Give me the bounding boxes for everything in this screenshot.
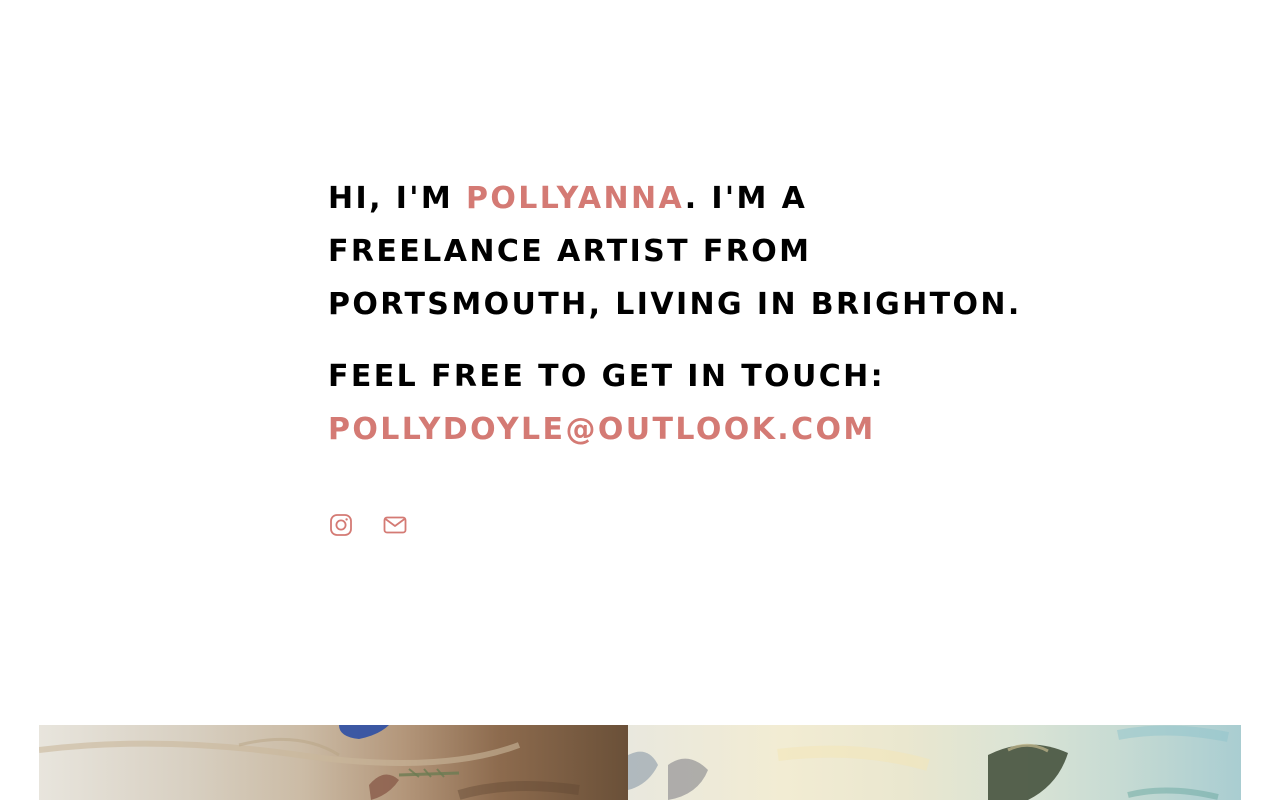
instagram-icon[interactable] (328, 512, 354, 538)
contact-section: FEEL FREE TO GET IN TOUCH: POLLYDOYLE@OU… (328, 350, 885, 456)
artwork-gallery (39, 725, 1241, 800)
artist-name: POLLYANNA (465, 181, 685, 216)
intro-line-1: HI, I'M POLLYANNA. I'M A (328, 172, 1048, 225)
painting-thumbnail[interactable] (39, 725, 628, 800)
contact-prompt: FEEL FREE TO GET IN TOUCH: (328, 359, 886, 394)
social-links (328, 512, 408, 538)
intro-line-1-end: . I'M A (684, 181, 808, 216)
intro-greeting: HI, I'M (328, 181, 466, 216)
email-link[interactable]: POLLYDOYLE@OUTLOOK.COM (328, 412, 876, 447)
intro-line-2: FREELANCE ARTIST FROM (328, 234, 812, 269)
intro-heading: HI, I'M POLLYANNA. I'M A FREELANCE ARTIS… (328, 172, 1048, 331)
painting-thumbnail[interactable] (628, 725, 1241, 800)
intro-line-3: PORTSMOUTH, LIVING IN BRIGHTON. (328, 287, 1022, 322)
mail-icon[interactable] (382, 512, 408, 538)
